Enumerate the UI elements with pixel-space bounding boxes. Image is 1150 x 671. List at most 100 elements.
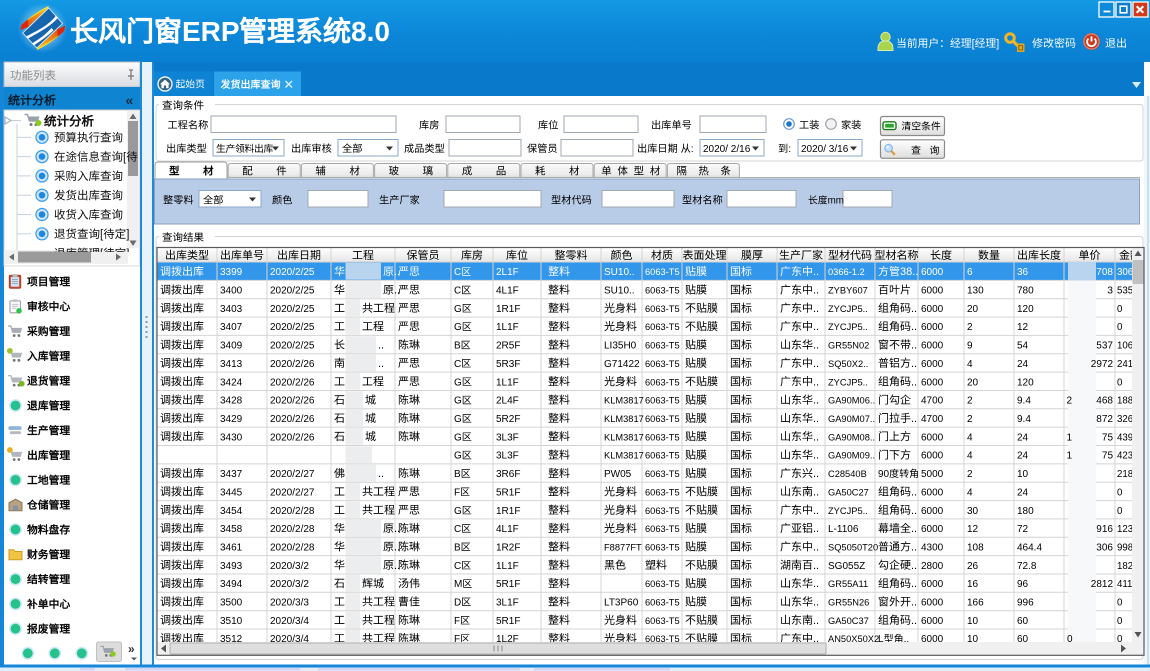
svg-text:3430: 3430: [220, 432, 243, 443]
svg-text:C: C: [454, 561, 461, 572]
svg-text:708: 708: [1096, 267, 1113, 278]
svg-text:4700: 4700: [921, 414, 944, 425]
svg-text:6000: 6000: [921, 432, 944, 443]
svg-text:6063-T5: 6063-T5: [645, 322, 680, 332]
svg-text:2: 2: [967, 469, 973, 480]
svg-text:6: 6: [967, 267, 973, 278]
svg-text:GR55N26: GR55N26: [828, 598, 869, 608]
svg-text:75: 75: [1102, 432, 1114, 443]
svg-text:2020/2/26: 2020/2/26: [270, 432, 315, 443]
svg-text:2020/2/27: 2020/2/27: [270, 487, 315, 498]
svg-text:G71422: G71422: [604, 359, 640, 370]
svg-text:C: C: [454, 524, 461, 535]
svg-text:»: »: [128, 642, 135, 656]
svg-text::: :: [691, 144, 694, 155]
svg-text:10: 10: [1017, 469, 1029, 480]
svg-text:..: ..: [813, 340, 819, 352]
svg-text:96: 96: [1017, 579, 1029, 590]
svg-text:72: 72: [1017, 524, 1029, 535]
svg-text:6000: 6000: [921, 598, 944, 609]
svg-text:SU10..: SU10..: [604, 286, 635, 297]
svg-text:..: ..: [911, 376, 917, 388]
svg-text:3428: 3428: [220, 396, 243, 407]
svg-text:G: G: [454, 304, 462, 315]
svg-text:..: ..: [911, 303, 917, 315]
svg-text:GA90M09..: GA90M09..: [828, 451, 875, 461]
svg-text:130: 130: [967, 286, 984, 297]
svg-text:90: 90: [878, 469, 890, 480]
svg-text:6063-T5: 6063-T5: [645, 414, 680, 424]
svg-text:3500: 3500: [220, 598, 243, 609]
svg-text:SQ50X2..: SQ50X2..: [828, 359, 868, 369]
svg-text:108: 108: [967, 543, 984, 554]
svg-text:4700: 4700: [921, 396, 944, 407]
svg-text:..: ..: [378, 468, 384, 480]
svg-text:24: 24: [1017, 359, 1029, 370]
svg-text:0: 0: [1117, 616, 1123, 627]
svg-text:2020/2/28: 2020/2/28: [270, 506, 315, 517]
svg-text:..: ..: [911, 321, 917, 333]
svg-text:5R1F: 5R1F: [496, 616, 520, 627]
svg-text:]: ]: [996, 38, 999, 50]
svg-text:..: ..: [911, 560, 917, 572]
svg-text:16: 16: [967, 579, 979, 590]
svg-text:60: 60: [1017, 616, 1029, 627]
svg-text:2: 2: [967, 414, 973, 425]
svg-text:26: 26: [967, 561, 979, 572]
svg-text:5000: 5000: [921, 469, 944, 480]
svg-text:6063-T5: 6063-T5: [645, 451, 680, 461]
svg-text:..: ..: [813, 376, 819, 388]
svg-text:..: ..: [911, 413, 917, 425]
svg-text:0: 0: [1117, 322, 1123, 333]
svg-text:3424: 3424: [220, 377, 243, 388]
svg-text:306: 306: [1117, 267, 1133, 278]
svg-text:2020/2/25: 2020/2/25: [270, 322, 315, 333]
svg-text:5R1F: 5R1F: [496, 487, 520, 498]
svg-text:0: 0: [1117, 377, 1123, 388]
svg-text:G: G: [454, 506, 462, 517]
svg-text:6000: 6000: [921, 487, 944, 498]
svg-text:535: 535: [1117, 286, 1133, 297]
svg-text:2020/2/26: 2020/2/26: [270, 414, 315, 425]
svg-text:«: «: [126, 92, 134, 108]
svg-text:6063-T5: 6063-T5: [645, 524, 680, 534]
svg-text:2020/ 3/16: 2020/ 3/16: [801, 144, 849, 155]
svg-text:..: ..: [813, 285, 819, 297]
svg-text:2020/2/26: 2020/2/26: [270, 359, 315, 370]
svg-text:24: 24: [1017, 432, 1029, 443]
svg-text:9.4: 9.4: [1017, 396, 1031, 407]
svg-text:..: ..: [911, 505, 917, 517]
svg-text:3400: 3400: [220, 286, 243, 297]
svg-text:2020/2/26: 2020/2/26: [270, 396, 315, 407]
svg-text:182: 182: [1117, 561, 1133, 572]
svg-text:218: 218: [1117, 469, 1133, 480]
svg-text:423: 423: [1117, 451, 1133, 462]
svg-text:120: 120: [1017, 377, 1034, 388]
svg-text:F: F: [454, 487, 460, 498]
svg-text:..: ..: [813, 523, 819, 535]
svg-text:0: 0: [1117, 598, 1123, 609]
svg-text:ZYBY607: ZYBY607: [828, 286, 868, 296]
svg-text:6063-T5: 6063-T5: [645, 506, 680, 516]
svg-text:..: ..: [911, 486, 917, 498]
svg-text:20: 20: [967, 304, 979, 315]
svg-text:6000: 6000: [921, 616, 944, 627]
svg-text:166: 166: [967, 598, 984, 609]
svg-text:4: 4: [967, 451, 973, 462]
svg-text:36: 36: [1017, 267, 1029, 278]
svg-text:998: 998: [1117, 543, 1133, 554]
svg-text:464.4: 464.4: [1017, 543, 1042, 554]
svg-text:mm: mm: [828, 196, 844, 207]
svg-text:4300: 4300: [921, 543, 944, 554]
svg-text:1L1F: 1L1F: [496, 561, 519, 572]
svg-text:3461: 3461: [220, 543, 243, 554]
svg-text:LI35H0: LI35H0: [604, 341, 637, 352]
svg-text:KLM3817: KLM3817: [604, 451, 644, 461]
svg-text:KLM3817: KLM3817: [604, 432, 644, 442]
svg-text:..: ..: [813, 266, 819, 278]
svg-text:B: B: [454, 543, 461, 554]
svg-text:..: ..: [378, 340, 384, 352]
svg-text:2L1F: 2L1F: [496, 267, 519, 278]
svg-text:4L1F: 4L1F: [496, 286, 519, 297]
svg-text:6000: 6000: [921, 322, 944, 333]
